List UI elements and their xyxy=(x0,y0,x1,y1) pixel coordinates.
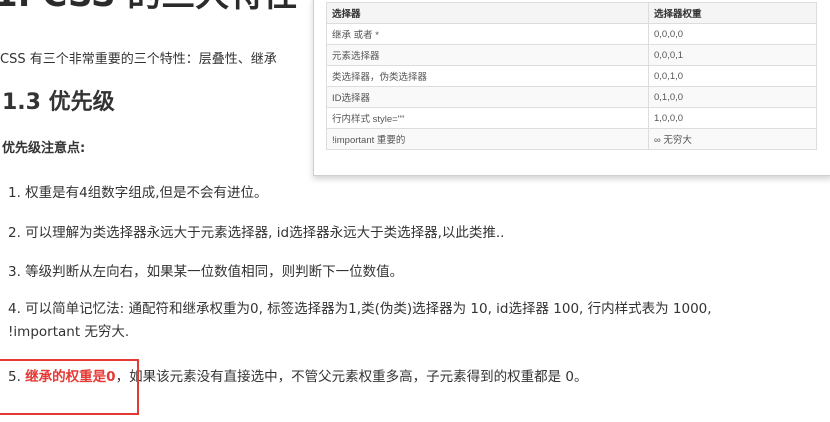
selector-cell: 类选择器，伪类选择器 xyxy=(326,65,649,87)
weight-cell: 0,0,0,1 xyxy=(648,44,817,66)
document-page: 1. CSS 的三大特性 CSS 有三个非常重要的三个特性：层叠性、继承 1.3… xyxy=(0,0,830,422)
weight-cell: 0,0,0,0 xyxy=(648,23,817,45)
table-row: 行内样式 style="" 1,0,0,0 xyxy=(326,107,817,129)
note-item-3: 3. 等级判断从左向右，如果某一位数值相同，则判断下一位数值。 xyxy=(8,264,404,280)
header-weight: 选择器权重 xyxy=(648,2,817,24)
page-title: 1. CSS 的三大特性 xyxy=(0,0,297,12)
header-selector: 选择器 xyxy=(326,2,649,24)
section-heading: 1.3 优先级 xyxy=(2,90,115,115)
weight-cell: ∞ 无穷大 xyxy=(648,128,817,150)
note-item-5-rest: ，如果该元素没有直接选中，不管父元素权重多高，子元素得到的权重都是 0。 xyxy=(115,369,588,385)
weight-cell: 0,0,1,0 xyxy=(648,65,817,87)
selector-cell: 行内样式 style="" xyxy=(326,107,649,129)
table-row: 元素选择器 0,0,0,1 xyxy=(326,44,817,66)
selector-cell: 元素选择器 xyxy=(326,44,649,66)
selector-cell: !important 重要的 xyxy=(326,128,649,150)
table-row: 类选择器，伪类选择器 0,0,1,0 xyxy=(326,65,817,87)
table-row: 继承 或者 * 0,0,0,0 xyxy=(326,23,817,45)
intro-text: CSS 有三个非常重要的三个特性：层叠性、继承 xyxy=(0,52,277,67)
specificity-table: 选择器 选择器权重 继承 或者 * 0,0,0,0 元素选择器 0,0,0,1 … xyxy=(326,2,817,150)
table-row: !important 重要的 ∞ 无穷大 xyxy=(326,128,817,150)
note-item-2: 2. 可以理解为类选择器永远大于元素选择器, id选择器永远大于类选择器,以此类… xyxy=(8,225,505,241)
annotation-highlight-box xyxy=(0,359,139,415)
notes-subheading: 优先级注意点: xyxy=(2,141,86,156)
note-item-1: 1. 权重是有4组数字组成,但是不会有进位。 xyxy=(8,185,268,201)
table-row: ID选择器 0,1,0,0 xyxy=(326,86,817,108)
weight-cell: 0,1,0,0 xyxy=(648,86,817,108)
note-item-4: 4. 可以简单记忆法: 通配符和继承权重为0, 标签选择器为1,类(伪类)选择器… xyxy=(8,301,712,340)
table-header-row: 选择器 选择器权重 xyxy=(326,2,817,24)
selector-cell: 继承 或者 * xyxy=(326,23,649,45)
specificity-table-overlay: 选择器 选择器权重 继承 或者 * 0,0,0,0 元素选择器 0,0,0,1 … xyxy=(313,0,830,176)
selector-cell: ID选择器 xyxy=(326,86,649,108)
weight-cell: 1,0,0,0 xyxy=(648,107,817,129)
